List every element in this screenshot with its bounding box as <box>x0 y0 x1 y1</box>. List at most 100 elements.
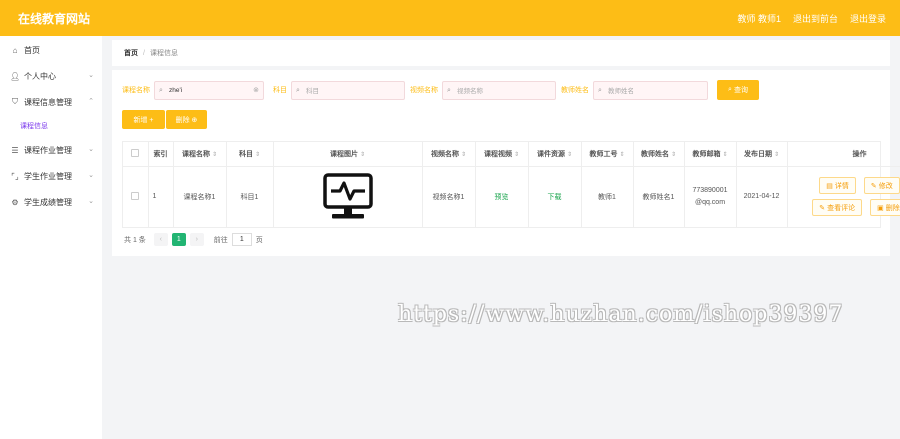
add-button[interactable]: 新增 + <box>122 110 165 129</box>
monitor-pulse-icon <box>322 173 373 219</box>
column-header[interactable]: 教师工号 ⇕ <box>581 142 634 167</box>
goto-page-input[interactable]: 1 <box>231 233 252 246</box>
course-name-input[interactable]: ⌕ zhe'i ⊗ <box>154 80 264 100</box>
teacher-name-input[interactable]: ⌕ 教师姓名 <box>593 80 708 100</box>
sidebar-item-label: 首页 <box>24 45 40 55</box>
column-header[interactable]: 课程图片 ⇕ <box>273 142 423 167</box>
column-header[interactable]: 科目 ⇕ <box>226 142 274 167</box>
sort-icon[interactable]: ⇕ <box>360 152 365 158</box>
shield-icon: ⛉ <box>12 97 18 106</box>
row-video-name: 视频名称1 <box>422 166 476 227</box>
chevron-down-icon: ⌄ <box>88 172 94 179</box>
teacher-name-placeholder: 教师姓名 <box>608 88 634 95</box>
sidebar-subitem-course-info[interactable]: 课程信息 <box>0 115 102 137</box>
search-icon: ⌕ <box>159 86 163 94</box>
download-link[interactable]: 下载 <box>548 194 562 201</box>
document-icon: ▤ <box>826 182 833 190</box>
column-header[interactable]: 课件资源 ⇕ <box>528 142 582 167</box>
column-header[interactable]: 教师邮箱 ⇕ <box>684 142 737 167</box>
column-header[interactable]: 视频名称 ⇕ <box>422 142 476 167</box>
breadcrumb: 首页 / 课程信息 <box>112 40 890 66</box>
sort-icon[interactable]: ⇕ <box>774 152 779 158</box>
row-publish-date: 2021-04-12 <box>736 166 788 227</box>
preview-link[interactable]: 预览 <box>495 194 509 201</box>
row-delete-button[interactable]: ▣ 删除 <box>870 199 900 217</box>
search-icon: ⌕ <box>728 86 732 93</box>
column-header[interactable]: 课程视频 ⇕ <box>475 142 529 167</box>
select-all-header <box>123 142 149 167</box>
page-number[interactable]: 1 <box>171 233 186 246</box>
action-bar: 新增 + 删除 ⊕ <box>122 110 207 129</box>
table-row: 1 课程名称1 科目1 视频名称1 预览 下载 教师1 教师姓名1 773890… <box>123 166 900 227</box>
search-button[interactable]: ⌕ 查询 <box>717 80 759 100</box>
row-course-image <box>273 166 423 227</box>
row-teacher-email: 773890001 @qq.com <box>684 166 737 227</box>
row-checkbox[interactable] <box>131 191 140 200</box>
row-subject: 科目1 <box>226 166 274 227</box>
column-header: 索引 <box>148 142 174 167</box>
logout-link[interactable]: 退出登录 <box>850 12 886 25</box>
video-name-input[interactable]: ⌕ 视频名称 <box>442 80 556 100</box>
row-operations: ▤ 详情 ✎ 修改 ✎ 查看评论 ▣ 删除 <box>787 166 900 227</box>
breadcrumb-current: 课程信息 <box>149 50 178 57</box>
breadcrumb-home[interactable]: 首页 <box>124 48 138 58</box>
sort-icon[interactable]: ⇕ <box>212 152 217 158</box>
view-comments-button[interactable]: ✎ 查看评论 <box>812 199 863 217</box>
select-all-checkbox[interactable] <box>131 148 140 157</box>
bracket-icon: ⌜⌟ <box>11 171 19 181</box>
sidebar-item-home[interactable]: ⌂ 首页 <box>0 37 102 63</box>
sort-icon[interactable]: ⇕ <box>461 152 466 158</box>
row-teacher-id: 教师1 <box>581 166 634 227</box>
next-page-button[interactable]: › <box>189 233 204 246</box>
detail-button[interactable]: ▤ 详情 <box>819 177 856 195</box>
delete-button[interactable]: 删除 ⊕ <box>166 110 207 129</box>
main-panel: 课程名称 ⌕ zhe'i ⊗ 科目 ⌕ 科目 视频名称 ⌕ 视频名称 教师姓名 … <box>112 70 900 256</box>
column-header[interactable]: 教师姓名 ⇕ <box>633 142 685 167</box>
sort-icon[interactable]: ⇕ <box>619 152 624 158</box>
back-to-frontend-link[interactable]: 退出到前台 <box>793 12 838 25</box>
sort-icon[interactable]: ⇕ <box>514 152 519 158</box>
subject-label: 科目 <box>273 87 287 94</box>
watermark: https://www.huzhan.com/ishop39397 <box>398 302 844 327</box>
prev-page-button[interactable]: ‹ <box>153 233 168 246</box>
sort-icon[interactable]: ⇕ <box>567 152 572 158</box>
sidebar-item-course-info[interactable]: ⛉ 课程信息管理 ⌃ <box>0 89 102 115</box>
chevron-down-icon: ⌄ <box>88 146 94 153</box>
subject-placeholder: 科目 <box>306 88 319 95</box>
top-nav: 教师 教师1 退出到前台 退出登录 <box>737 12 886 25</box>
subject-input[interactable]: ⌕ 科目 <box>291 80 405 100</box>
search-icon: ⌕ <box>447 86 451 94</box>
sort-icon[interactable]: ⇕ <box>722 152 727 158</box>
sort-icon[interactable]: ⇕ <box>255 152 260 158</box>
column-header: 操作 <box>787 142 900 167</box>
sidebar-item-student-grades[interactable]: ⚙ 学生成绩管理 ⌄ <box>0 189 102 215</box>
top-header: 在线教育网站 教师 教师1 退出到前台 退出登录 <box>0 0 900 36</box>
pencil-icon: ✎ <box>870 182 877 190</box>
edit-button[interactable]: ✎ 修改 <box>863 177 900 195</box>
table-header-row: 索引 课程名称 ⇕ 科目 ⇕ 课程图片 ⇕ 视频名称 ⇕ 课程视频 ⇕ 课件资源 ⇕ 教师工… <box>123 142 900 167</box>
brand-title: 在线教育网站 <box>18 12 91 26</box>
teacher-name-label: 教师姓名 <box>561 87 589 94</box>
clear-icon[interactable]: ⊗ <box>253 86 259 94</box>
goto-unit: 页 <box>255 236 263 244</box>
column-header[interactable]: 发布日期 ⇕ <box>736 142 788 167</box>
goto-label: 前往 <box>213 236 228 244</box>
search-bar: 课程名称 ⌕ zhe'i ⊗ 科目 ⌕ 科目 视频名称 ⌕ 视频名称 教师姓名 … <box>122 80 759 100</box>
search-icon: ⌕ <box>296 86 300 94</box>
column-header[interactable]: 课程名称 ⇕ <box>173 142 227 167</box>
video-name-placeholder: 视频名称 <box>457 88 483 95</box>
list-icon: ☰ <box>11 145 19 155</box>
sidebar-item-profile[interactable]: 👤︎ 个人中心 ⌄ <box>0 63 102 89</box>
breadcrumb-separator: / <box>143 49 145 57</box>
course-name-value: zhe'i <box>169 86 183 94</box>
sort-icon[interactable]: ⇕ <box>671 152 676 158</box>
row-index: 1 <box>148 166 174 227</box>
sidebar-item-label: 个人中心 <box>24 71 56 81</box>
sidebar-item-student-homework[interactable]: ⌜⌟ 学生作业管理 ⌄ <box>0 163 102 189</box>
email-line-2: @qq.com <box>694 198 726 206</box>
sidebar-item-course-homework[interactable]: ☰ 课程作业管理 ⌄ <box>0 137 102 163</box>
gear-icon: ⚙ <box>11 197 19 207</box>
sidebar-item-label: 学生作业管理 <box>24 171 72 181</box>
sidebar-item-label: 课程信息管理 <box>24 97 72 107</box>
chevron-up-icon: ⌃ <box>88 98 94 105</box>
